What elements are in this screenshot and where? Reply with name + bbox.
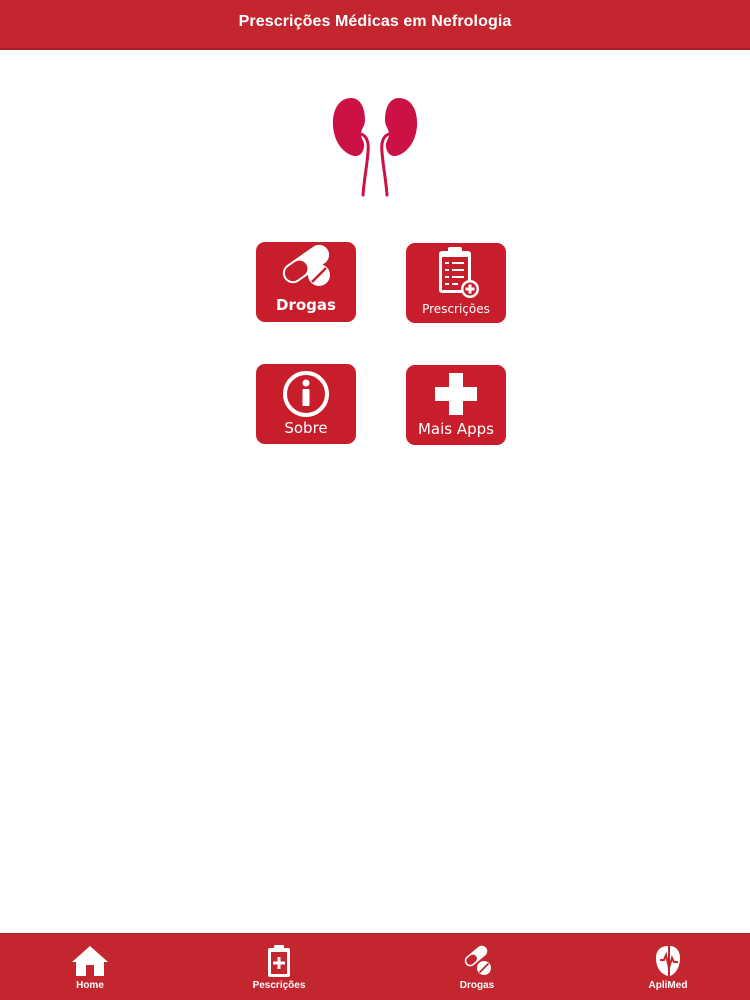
page-title: Prescrições Médicas em Nefrologia	[238, 13, 512, 30]
tab-drogas-label: Drogas	[459, 980, 495, 991]
pills-icon	[464, 945, 491, 975]
tab-home-label: Home	[76, 980, 104, 991]
sobre-button[interactable]: Sobre	[256, 364, 356, 444]
sobre-label: Sobre	[284, 419, 328, 437]
prescricoes-label: Prescrições	[422, 302, 490, 316]
tab-prescricoes-label: Pescrições	[252, 980, 306, 991]
tab-bar: Home Pescrições Drogas ApliMed	[0, 933, 750, 1000]
tab-aplimed-label: ApliMed	[648, 980, 688, 991]
home-icon	[72, 946, 108, 976]
tab-home[interactable]: Home	[30, 934, 150, 1000]
aplimed-logo-icon	[656, 946, 680, 976]
tab-drogas[interactable]: Drogas	[417, 934, 537, 1000]
mais-apps-label: Mais Apps	[417, 420, 494, 438]
prescricoes-button[interactable]: Prescrições	[406, 243, 506, 323]
kidneys-icon	[332, 98, 418, 197]
clipboard-plus-icon	[268, 945, 290, 977]
top-bar: Prescrições Médicas em Nefrologia	[0, 0, 750, 50]
tab-aplimed[interactable]: ApliMed	[608, 934, 728, 1000]
drogas-button[interactable]: Drogas	[256, 242, 356, 322]
tab-prescricoes[interactable]: Pescrições	[219, 934, 339, 1000]
mais-apps-button[interactable]: Mais Apps	[406, 365, 506, 445]
drogas-label: Drogas	[276, 296, 336, 314]
